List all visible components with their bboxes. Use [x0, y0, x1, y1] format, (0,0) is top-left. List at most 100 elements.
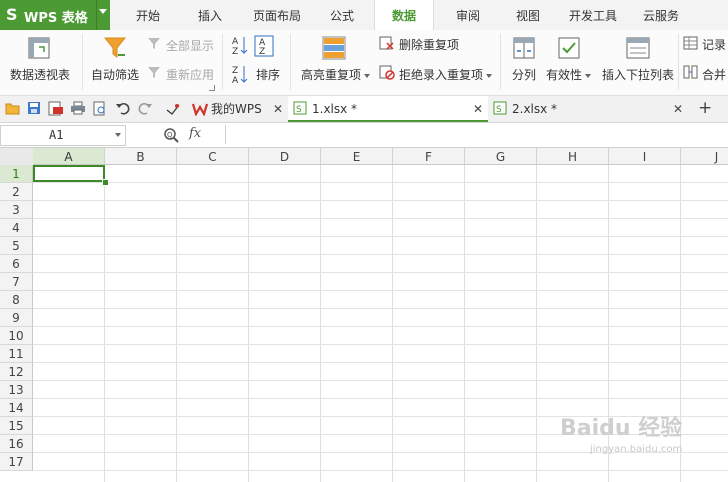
- app-menu-button[interactable]: S WPS 表格: [0, 0, 110, 30]
- grid-row-line: [33, 326, 728, 327]
- column-header-e[interactable]: E: [321, 148, 393, 165]
- doc-tab-label: 2.xlsx *: [512, 102, 558, 116]
- merge-calc-label: 合并: [702, 68, 727, 82]
- row-header-7[interactable]: 7: [0, 273, 33, 291]
- sort-ascending-icon: A Z: [232, 37, 248, 55]
- grid-row-line: [33, 398, 728, 399]
- reject-duplicates-icon: [379, 65, 395, 80]
- zoom-function-icon[interactable]: Q: [163, 127, 179, 143]
- column-header-c[interactable]: C: [177, 148, 249, 165]
- tab-home[interactable]: 开始: [126, 0, 170, 30]
- tab-review[interactable]: 审阅: [446, 0, 490, 30]
- pivot-table-label: 数据透视表: [10, 68, 71, 82]
- active-cell-a1[interactable]: [33, 165, 105, 182]
- name-box[interactable]: A1: [0, 125, 126, 146]
- export-pdf-icon[interactable]: [48, 101, 64, 116]
- close-tab-icon[interactable]: ✕: [473, 96, 483, 122]
- wps-w-icon: [192, 103, 208, 116]
- doc-tab-1xlsx[interactable]: S 1.xlsx * ✕: [288, 96, 488, 122]
- row-header-6[interactable]: 6: [0, 255, 33, 273]
- highlight-duplicates-icon: [322, 36, 346, 60]
- tab-data[interactable]: 数据: [374, 0, 434, 31]
- grid-row-line: [33, 380, 728, 381]
- row-header-3[interactable]: 3: [0, 201, 33, 219]
- merge-calc-icon: [683, 65, 698, 79]
- row-header-15[interactable]: 15: [0, 417, 33, 435]
- sort-az-icon: A Z: [254, 35, 274, 57]
- customize-quick-access-icon[interactable]: [166, 103, 180, 115]
- row-header-9[interactable]: 9: [0, 309, 33, 327]
- print-icon[interactable]: [70, 101, 86, 115]
- sort-label: 排序: [256, 68, 281, 82]
- reject-duplicates-label: 拒绝录入重复项: [399, 66, 493, 83]
- row-header-13[interactable]: 13: [0, 381, 33, 399]
- spreadsheet-file-icon: S: [493, 101, 507, 115]
- print-preview-icon[interactable]: [93, 101, 107, 116]
- reapply-label: 重新应用: [166, 68, 215, 82]
- row-header-14[interactable]: 14: [0, 399, 33, 417]
- formula-input[interactable]: [225, 125, 728, 144]
- redo-icon[interactable]: [138, 101, 152, 115]
- record-form-label: 记录: [702, 38, 727, 52]
- spreadsheet-file-icon: S: [293, 101, 307, 115]
- grid-row-line: [33, 200, 728, 201]
- row-header-1[interactable]: 1: [0, 165, 33, 183]
- save-icon[interactable]: [27, 101, 41, 115]
- fx-icon[interactable]: fx: [189, 126, 201, 141]
- autofilter-label: 自动筛选: [91, 68, 140, 82]
- app-name: WPS 表格: [24, 11, 88, 26]
- svg-text:A: A: [232, 37, 239, 47]
- row-header-4[interactable]: 4: [0, 219, 33, 237]
- row-header-16[interactable]: 16: [0, 435, 33, 453]
- doc-tab-label: 1.xlsx *: [312, 102, 358, 116]
- column-header-g[interactable]: G: [465, 148, 537, 165]
- svg-text:Q: Q: [167, 131, 173, 139]
- row-header-17[interactable]: 17: [0, 453, 33, 471]
- row-header-8[interactable]: 8: [0, 291, 33, 309]
- name-box-value: A1: [49, 128, 64, 142]
- tab-formulas[interactable]: 公式: [320, 0, 364, 30]
- dialog-launcher-icon[interactable]: [209, 85, 215, 91]
- tab-view[interactable]: 视图: [506, 0, 550, 30]
- column-header-j[interactable]: J: [681, 148, 728, 165]
- dropdown-list-icon: [626, 37, 650, 59]
- close-tab-icon[interactable]: ✕: [673, 96, 683, 122]
- tab-cloud[interactable]: 云服务: [636, 0, 686, 30]
- wps-logo-icon: S: [6, 5, 18, 24]
- open-folder-icon[interactable]: [5, 101, 21, 115]
- tab-page-layout[interactable]: 页面布局: [246, 0, 308, 30]
- remove-duplicates-icon: [379, 36, 394, 50]
- grid-row-line: [33, 272, 728, 273]
- grid-row-line: [33, 308, 728, 309]
- svg-text:Z: Z: [259, 47, 265, 57]
- tab-insert[interactable]: 插入: [188, 0, 232, 30]
- doc-tab-2xlsx[interactable]: S 2.xlsx * ✕: [488, 96, 688, 122]
- row-header-5[interactable]: 5: [0, 237, 33, 255]
- column-header-b[interactable]: B: [105, 148, 177, 165]
- grid-row-line: [33, 344, 728, 345]
- doc-tab-label: 我的WPS: [211, 102, 262, 116]
- chevron-down-icon[interactable]: [115, 133, 121, 137]
- column-header-d[interactable]: D: [249, 148, 321, 165]
- fill-handle[interactable]: [102, 179, 109, 186]
- doc-tab-my-wps[interactable]: 我的WPS ✕: [186, 96, 288, 122]
- undo-icon[interactable]: [116, 101, 130, 115]
- column-header-f[interactable]: F: [393, 148, 465, 165]
- column-header-i[interactable]: I: [609, 148, 681, 165]
- column-header-a[interactable]: A: [33, 148, 105, 165]
- select-all-corner[interactable]: [0, 148, 34, 166]
- filter-show-all-icon: [148, 38, 160, 49]
- app-dropdown-icon[interactable]: [99, 9, 107, 14]
- column-header-h[interactable]: H: [537, 148, 609, 165]
- validity-label: 有效性: [546, 66, 592, 83]
- row-header-11[interactable]: 11: [0, 345, 33, 363]
- row-header-10[interactable]: 10: [0, 327, 33, 345]
- row-header-2[interactable]: 2: [0, 183, 33, 201]
- close-tab-icon[interactable]: ✕: [273, 96, 283, 122]
- svg-text:S: S: [296, 105, 302, 115]
- filter-reapply-icon: [148, 67, 160, 78]
- new-tab-plus-icon[interactable]: +: [698, 96, 712, 120]
- tab-developer[interactable]: 开发工具: [562, 0, 624, 30]
- baidu-watermark: Baidu 经验 jingyan.baidu.com: [560, 416, 683, 455]
- row-header-12[interactable]: 12: [0, 363, 33, 381]
